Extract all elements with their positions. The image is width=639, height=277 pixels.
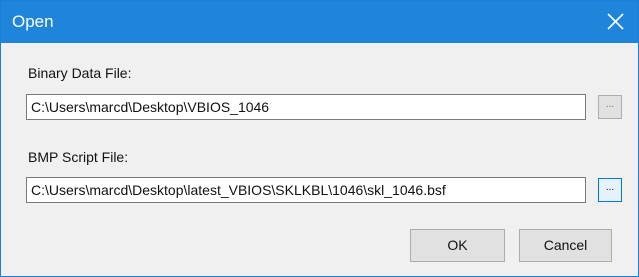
binary-data-browse-button[interactable]: ... bbox=[598, 95, 622, 119]
close-icon bbox=[607, 13, 624, 30]
cancel-button[interactable]: Cancel bbox=[519, 229, 612, 262]
bmp-script-file-label: BMP Script File: bbox=[28, 149, 129, 165]
bmp-script-browse-button[interactable]: ... bbox=[598, 178, 622, 202]
binary-data-file-field[interactable]: C:\Users\marcd\Desktop\VBIOS_1046 bbox=[26, 94, 586, 120]
ok-button[interactable]: OK bbox=[410, 229, 505, 262]
title-bar: Open bbox=[1, 1, 638, 43]
binary-data-file-label: Binary Data File: bbox=[28, 65, 132, 81]
close-button[interactable] bbox=[594, 1, 638, 43]
dialog-title: Open bbox=[12, 12, 54, 31]
open-dialog: Open Binary Data File: C:\Users\marcd\De… bbox=[0, 0, 639, 277]
bmp-script-file-field[interactable]: C:\Users\marcd\Desktop\latest_VBIOS\SKLK… bbox=[26, 177, 586, 203]
